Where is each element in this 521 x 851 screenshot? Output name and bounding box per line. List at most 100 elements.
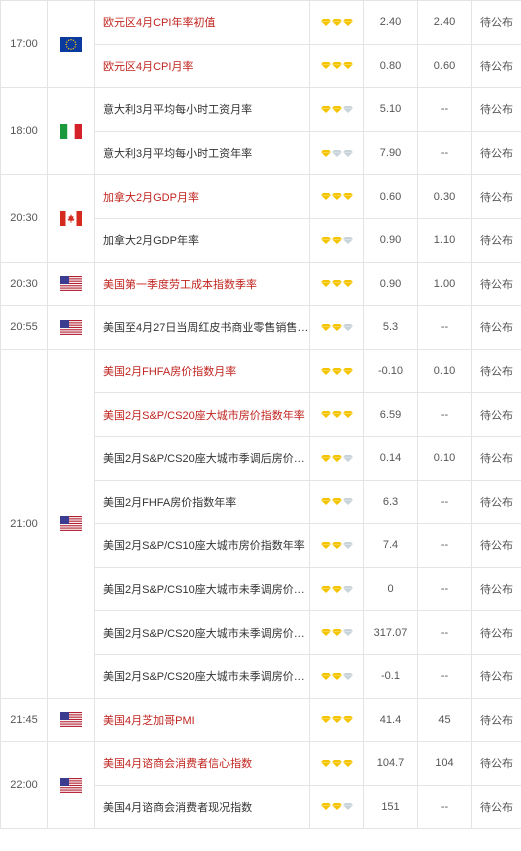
actual-value: 待公布	[471, 305, 521, 350]
previous-value: -0.1	[363, 653, 418, 699]
forecast-value: --	[417, 479, 472, 525]
previous-value: 7.90	[363, 130, 418, 176]
event-time: 21:00	[0, 348, 48, 699]
importance-rating	[309, 305, 364, 350]
event-name-link[interactable]: 美国2月S&P/CS20座大城市未季调房价指数月率	[94, 653, 310, 699]
event-name-link[interactable]: 美国2月FHFA房价指数年率	[94, 479, 310, 525]
forecast-value: --	[417, 523, 472, 568]
previous-value: 6.3	[363, 479, 418, 525]
forecast-value: --	[417, 87, 472, 132]
event-time: 21:45	[0, 697, 48, 743]
event-time: 20:55	[0, 305, 48, 350]
event-name-link[interactable]: 美国第一季度劳工成本指数季率	[94, 261, 310, 307]
event-name-link[interactable]: 美国2月S&P/CS10座大城市房价指数年率	[94, 523, 310, 568]
event-name-link[interactable]: 欧元区4月CPI年率初值	[94, 0, 310, 45]
importance-rating	[309, 741, 364, 786]
actual-value: 待公布	[471, 261, 521, 307]
importance-rating	[309, 348, 364, 394]
usa-flag-icon	[60, 319, 82, 335]
previous-value: 0.90	[363, 217, 418, 263]
table-row[interactable]: 17:00 欧元区4月CPI年率初值 2.40 2.40 待公布	[0, 0, 521, 89]
previous-value: 6.59	[363, 392, 418, 437]
forecast-value: 45	[417, 697, 472, 743]
country-flag-cell	[47, 0, 95, 89]
previous-value: 317.07	[363, 610, 418, 655]
forecast-value: 0.60	[417, 43, 472, 89]
actual-value: 待公布	[471, 697, 521, 743]
table-row[interactable]: 21:00 美国2月FHFA房价指数月率 -0.10 0.10 待公布	[0, 348, 521, 699]
table-row[interactable]: 20:30 加拿大2月GDP月率 0.60 0.30 待公布	[0, 174, 521, 263]
event-name-link[interactable]: 欧元区4月CPI月率	[94, 43, 310, 89]
actual-value: 待公布	[471, 130, 521, 176]
actual-value: 待公布	[471, 392, 521, 437]
previous-value: -0.10	[363, 348, 418, 394]
event-name-link[interactable]: 美国2月S&P/CS20座大城市房价指数年率	[94, 392, 310, 437]
actual-value: 待公布	[471, 479, 521, 525]
forecast-value: --	[417, 653, 472, 699]
actual-value: 待公布	[471, 566, 521, 612]
economic-calendar-table: 17:00 欧元区4月CPI年率初值 2.40 2.40 待公布 欧元区4月CPI月率 0.…	[0, 0, 521, 830]
previous-value: 0	[363, 566, 418, 612]
event-name-link[interactable]: 意大利3月平均每小时工资月率	[94, 87, 310, 132]
actual-value: 待公布	[471, 43, 521, 89]
table-row[interactable]: 20:55 美国至4月27日当周红皮书商业零售销售年率 5.3 -- 待公布	[0, 305, 521, 350]
importance-rating	[309, 43, 364, 89]
event-name-link[interactable]: 美国2月S&P/CS10座大城市未季调房价指数	[94, 566, 310, 612]
actual-value: 待公布	[471, 348, 521, 394]
forecast-value: --	[417, 305, 472, 350]
forecast-value: 104	[417, 741, 472, 786]
canada-flag-icon	[60, 210, 82, 226]
event-name-link[interactable]: 美国2月FHFA房价指数月率	[94, 348, 310, 394]
importance-rating	[309, 435, 364, 481]
forecast-value: --	[417, 130, 472, 176]
previous-value: 0.60	[363, 174, 418, 219]
previous-value: 0.80	[363, 43, 418, 89]
event-name-link[interactable]: 美国2月S&P/CS20座大城市季调后房价指数月率	[94, 435, 310, 481]
previous-value: 104.7	[363, 741, 418, 786]
previous-value: 0.14	[363, 435, 418, 481]
event-name-link[interactable]: 美国4月谘商会消费者信心指数	[94, 741, 310, 786]
event-name-link[interactable]: 美国4月芝加哥PMI	[94, 697, 310, 743]
importance-rating	[309, 217, 364, 263]
importance-rating	[309, 566, 364, 612]
country-flag-cell	[47, 174, 95, 263]
previous-value: 5.3	[363, 305, 418, 350]
previous-value: 7.4	[363, 523, 418, 568]
importance-rating	[309, 653, 364, 699]
actual-value: 待公布	[471, 653, 521, 699]
previous-value: 0.90	[363, 261, 418, 307]
forecast-value: 1.10	[417, 217, 472, 263]
country-flag-cell	[47, 305, 95, 350]
usa-flag-icon	[60, 777, 82, 793]
table-row[interactable]: 20:30 美国第一季度劳工成本指数季率 0.90 1.00 待公布	[0, 261, 521, 307]
event-name-link[interactable]: 加拿大2月GDP月率	[94, 174, 310, 219]
table-row[interactable]: 18:00 意大利3月平均每小时工资月率 5.10 -- 待公布	[0, 87, 521, 176]
actual-value: 待公布	[471, 435, 521, 481]
usa-flag-icon	[60, 516, 82, 532]
country-flag-cell	[47, 261, 95, 307]
importance-rating	[309, 87, 364, 132]
event-time: 20:30	[0, 261, 48, 307]
importance-rating	[309, 130, 364, 176]
actual-value: 待公布	[471, 741, 521, 786]
forecast-value: 0.10	[417, 435, 472, 481]
country-flag-cell	[47, 87, 95, 176]
event-name-link[interactable]: 美国2月S&P/CS20座大城市未季调房价指数	[94, 610, 310, 655]
country-flag-cell	[47, 697, 95, 743]
forecast-value: --	[417, 784, 472, 830]
forecast-value: --	[417, 566, 472, 612]
country-flag-cell	[47, 348, 95, 699]
actual-value: 待公布	[471, 610, 521, 655]
importance-rating	[309, 523, 364, 568]
event-name-link[interactable]: 美国4月谘商会消费者现况指数	[94, 784, 310, 830]
importance-rating	[309, 392, 364, 437]
event-name-link[interactable]: 美国至4月27日当周红皮书商业零售销售年率	[94, 305, 310, 350]
event-name-link[interactable]: 意大利3月平均每小时工资年率	[94, 130, 310, 176]
actual-value: 待公布	[471, 87, 521, 132]
actual-value: 待公布	[471, 0, 521, 45]
importance-rating	[309, 610, 364, 655]
event-time: 17:00	[0, 0, 48, 89]
table-row[interactable]: 22:00 美国4月谘商会消费者信心指数 104.7 104 待公布	[0, 741, 521, 830]
table-row[interactable]: 21:45 美国4月芝加哥PMI 41.4 45 待公布	[0, 697, 521, 743]
event-name-link[interactable]: 加拿大2月GDP年率	[94, 217, 310, 263]
